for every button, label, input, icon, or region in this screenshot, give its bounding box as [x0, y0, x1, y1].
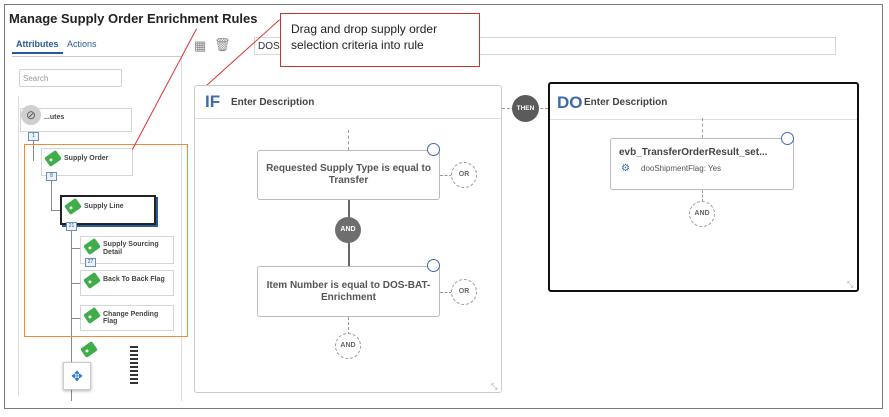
- search-input[interactable]: Search: [19, 69, 122, 87]
- and-button[interactable]: AND: [335, 333, 361, 359]
- do-description[interactable]: Enter Description: [584, 97, 667, 108]
- tab-actions[interactable]: Actions: [63, 36, 101, 52]
- condition-text: Requested Supply Type is equal to Transf…: [266, 163, 431, 186]
- trash-icon[interactable]: 🗑: [214, 37, 231, 53]
- condition-handle[interactable]: [427, 143, 440, 156]
- gear-icon: ⚙: [621, 163, 630, 174]
- action-title: evb_TransferOrderResult_set...: [619, 147, 768, 158]
- resize-icon[interactable]: ⤡: [491, 382, 497, 392]
- compass-icon[interactable]: ⊘: [21, 105, 41, 125]
- if-keyword: IF: [205, 92, 221, 111]
- move-icon[interactable]: ✥: [63, 362, 91, 390]
- or-button-2[interactable]: OR: [451, 279, 477, 305]
- connector: [702, 118, 703, 138]
- scroll-indicator: [130, 346, 138, 386]
- do-keyword: DO: [557, 93, 583, 112]
- do-and-button[interactable]: AND: [689, 201, 715, 227]
- condition-handle[interactable]: [427, 259, 440, 272]
- callout-box: Drag and drop supply order selection cri…: [280, 13, 480, 67]
- action-card[interactable]: evb_TransferOrderResult_set... ⚙ dooShip…: [610, 138, 794, 190]
- connector: [348, 130, 349, 150]
- if-description[interactable]: Enter Description: [231, 97, 314, 108]
- tree-node-root-label: ...utes: [44, 114, 65, 121]
- or-button-1[interactable]: OR: [451, 162, 477, 188]
- resize-icon[interactable]: ⤡: [847, 280, 853, 290]
- do-panel-header: DO Enter Description: [550, 84, 857, 120]
- condition-card-2[interactable]: Item Number is equal to DOS-BAT-Enrichme…: [257, 266, 440, 317]
- grid-icon[interactable]: ▦: [194, 38, 206, 54]
- and-operator[interactable]: AND: [335, 217, 361, 243]
- condition-text: Item Number is equal to DOS-BAT-Enrichme…: [266, 279, 431, 303]
- page-title: Manage Supply Order Enrichment Rules: [9, 11, 258, 26]
- tab-attributes[interactable]: Attributes: [12, 36, 63, 54]
- highlight-box: [24, 144, 188, 337]
- tree-node-partial[interactable]: [80, 340, 98, 359]
- action-detail: dooShipmentFlag: Yes: [641, 164, 722, 173]
- if-panel-header: IF Enter Description: [195, 86, 501, 119]
- count-badge-root: 1: [28, 132, 39, 141]
- condition-card-1[interactable]: Requested Supply Type is equal to Transf…: [257, 150, 440, 200]
- then-operator: THEN: [512, 95, 539, 122]
- action-handle[interactable]: [781, 132, 794, 145]
